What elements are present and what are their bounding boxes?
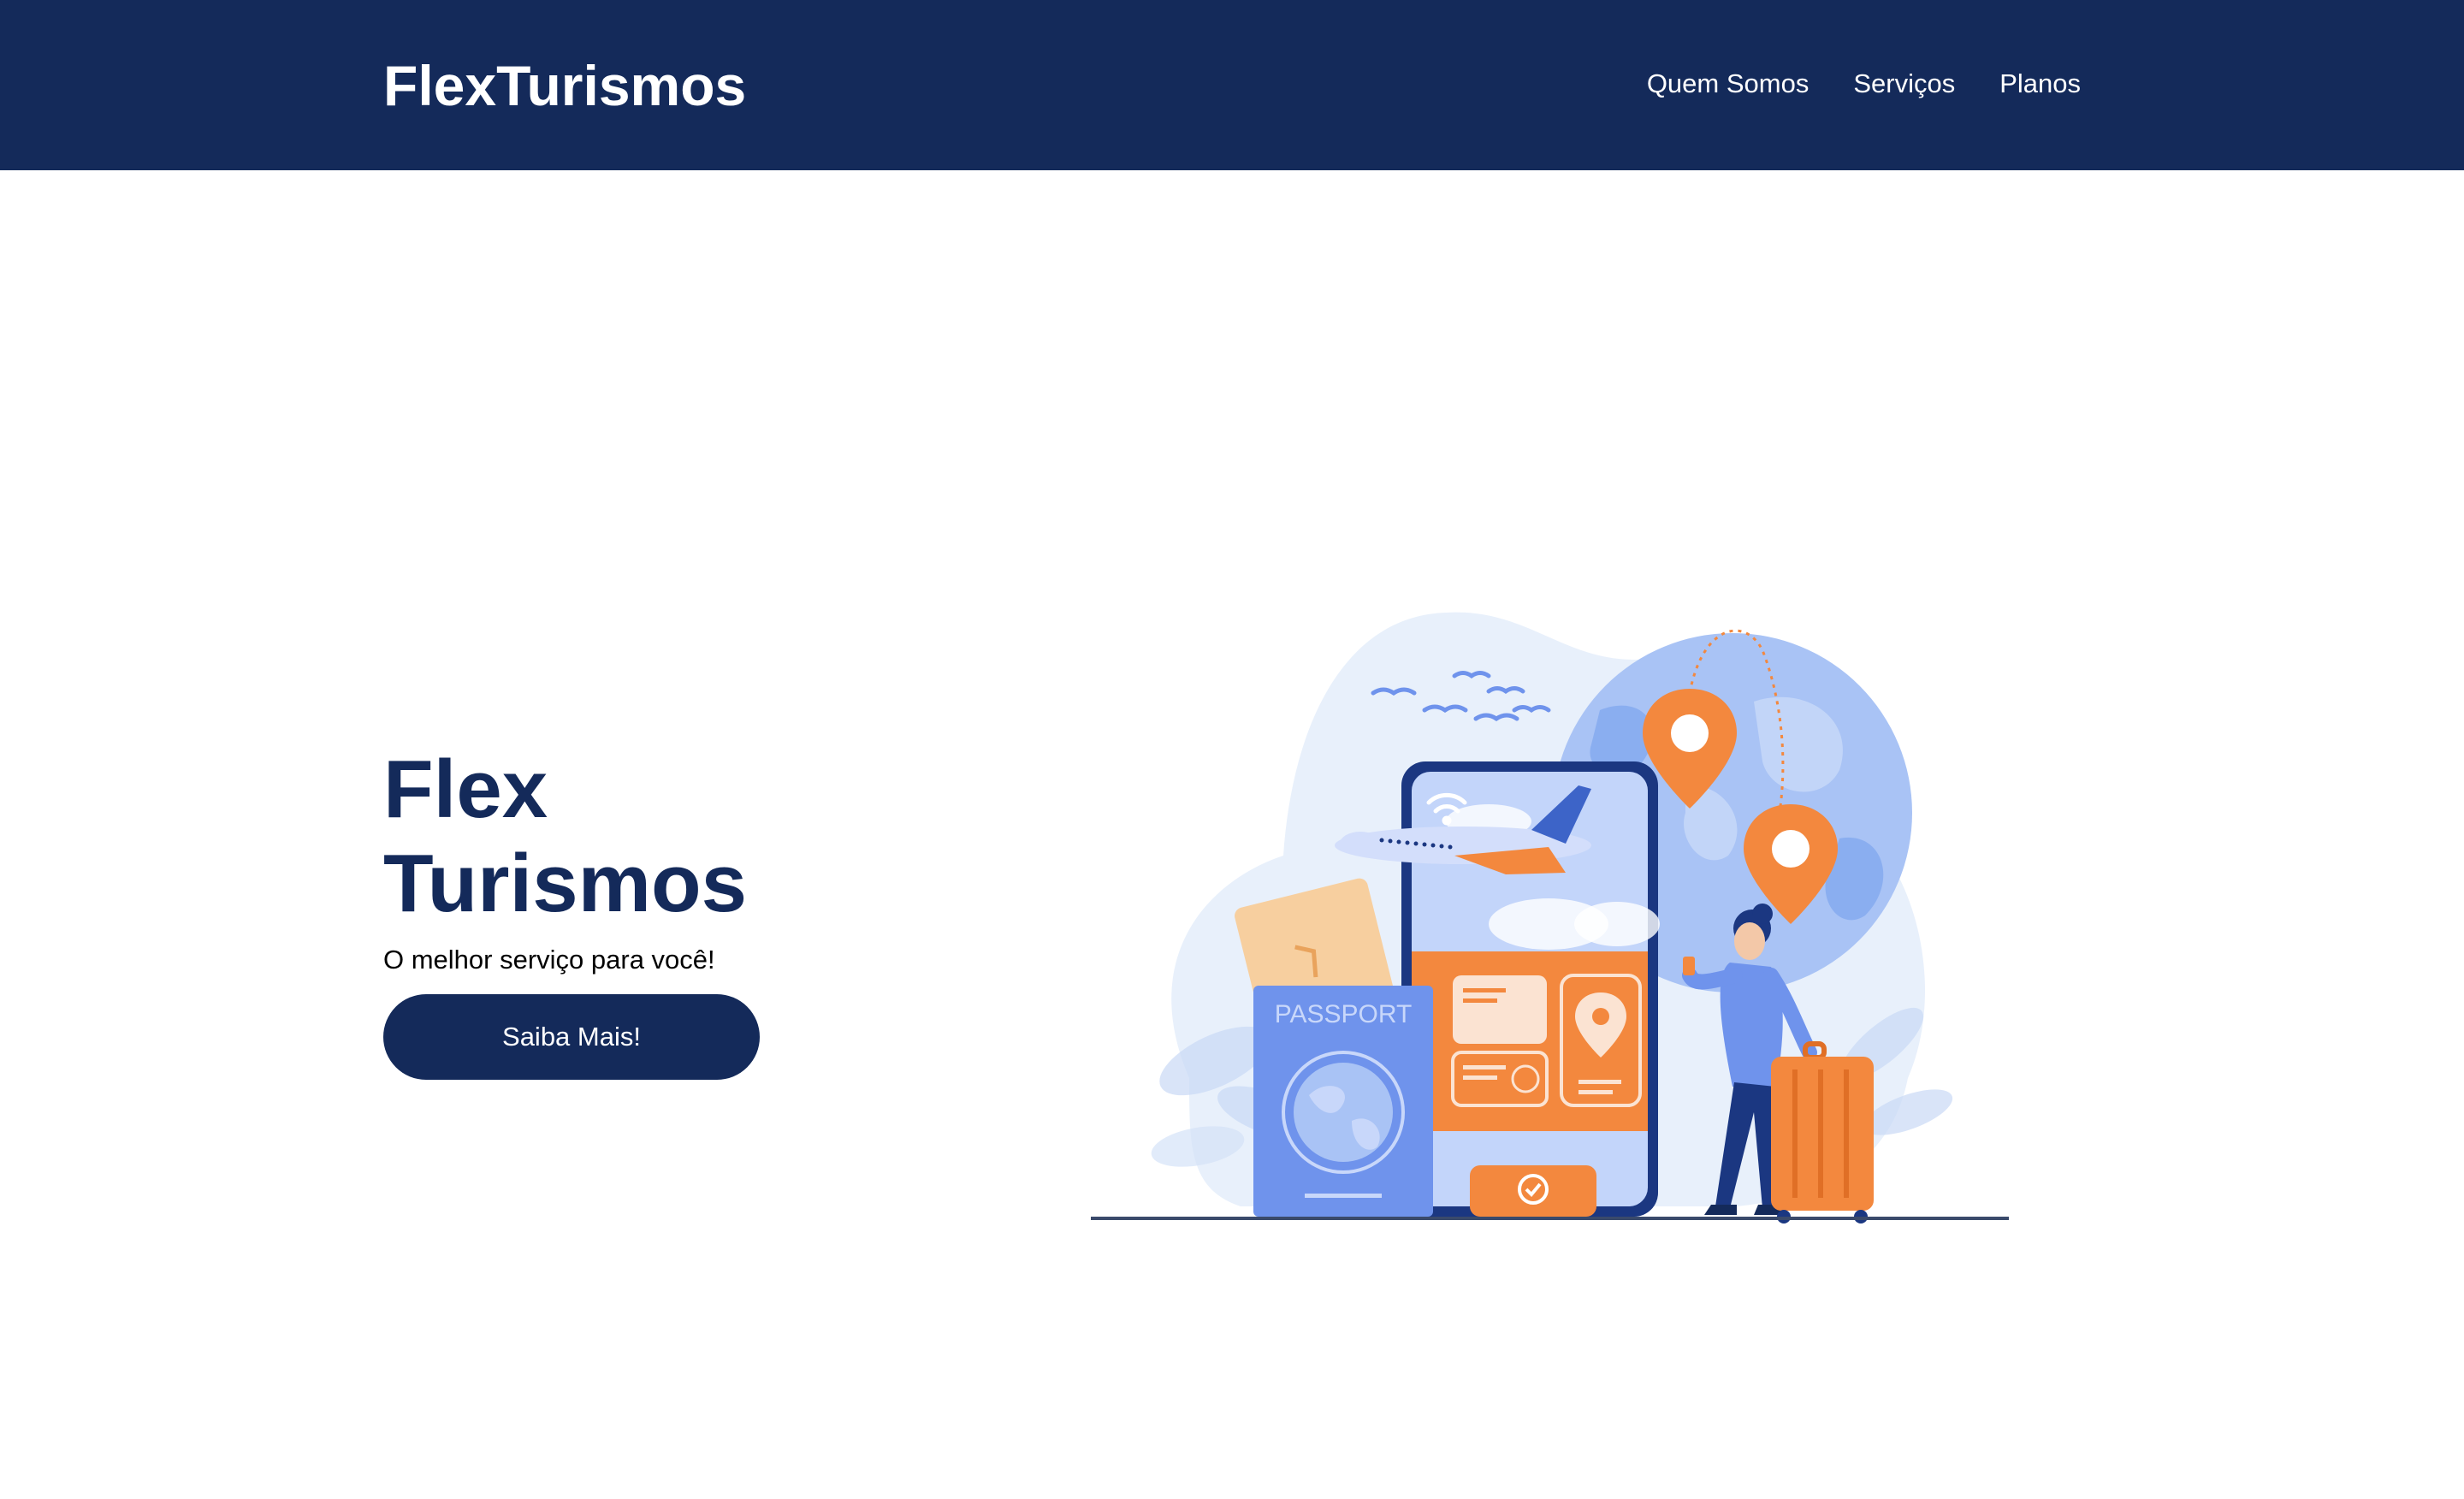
travel-illustration: PASSPORT <box>1087 599 2019 1232</box>
saiba-mais-button[interactable]: Saiba Mais! <box>383 994 760 1080</box>
hero-title: Flex Turismos <box>383 743 897 931</box>
passport-icon: PASSPORT <box>1253 986 1433 1217</box>
nav-item-planos: Planos <box>1999 67 2081 101</box>
site-logo[interactable]: FlexTurismos <box>383 51 746 120</box>
nav-links: Quem Somos Serviços Planos <box>1647 67 2081 101</box>
nav-link-quem-somos[interactable]: Quem Somos <box>1647 68 1810 98</box>
hero-section: Flex Turismos O melhor serviço para você… <box>383 743 897 1080</box>
hero-title-line1: Flex <box>383 744 548 835</box>
nav-item-quem-somos: Quem Somos <box>1647 67 1810 101</box>
nav-item-servicos: Serviços <box>1853 67 1955 101</box>
nav-link-servicos[interactable]: Serviços <box>1853 68 1955 98</box>
suitcase-icon <box>1771 1041 1874 1223</box>
passport-label: PASSPORT <box>1275 1000 1413 1028</box>
navbar: FlexTurismos Quem Somos Serviços Planos <box>0 0 2464 170</box>
nav-link-planos[interactable]: Planos <box>1999 68 2081 98</box>
hero-title-line2: Turismos <box>383 838 747 929</box>
hero-subtitle: O melhor serviço para você! <box>383 945 715 975</box>
